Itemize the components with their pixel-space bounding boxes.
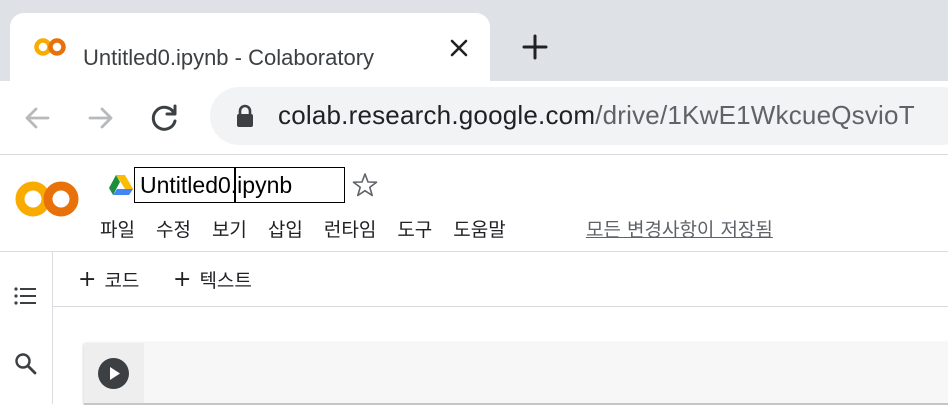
tab-title: Untitled0.ipynb - Colaboratory (83, 45, 375, 70)
run-cell-button[interactable] (98, 358, 129, 389)
colab-header: Untitled0.ipynb 파일 수정 보기 삽입 런타임 도구 도움말 모… (0, 155, 948, 252)
menu-help[interactable]: 도움말 (453, 215, 505, 245)
insert-toolbar: + 코드 + 텍스트 (53, 252, 948, 307)
add-code-cell-button[interactable]: + 코드 (78, 264, 139, 294)
menu-edit[interactable]: 수정 (156, 215, 191, 245)
text-cursor (234, 167, 236, 203)
back-arrow-icon[interactable] (20, 101, 54, 135)
address-bar[interactable]: colab.research.google.com/drive/1KwE1Wkc… (210, 87, 948, 145)
new-tab-icon[interactable] (520, 32, 550, 62)
menu-view[interactable]: 보기 (212, 215, 247, 245)
lock-icon[interactable] (234, 104, 256, 128)
star-icon[interactable] (352, 172, 378, 198)
url-path: /drive/1KwE1WkcueQsvioT (595, 100, 915, 130)
plus-icon: + (78, 266, 97, 292)
left-sidebar (0, 252, 53, 404)
add-code-label: 코드 (104, 269, 140, 292)
forward-arrow-icon[interactable] (84, 101, 118, 135)
menu-insert[interactable]: 삽입 (268, 215, 303, 245)
url-host: colab.research.google.com (278, 100, 596, 130)
google-drive-icon[interactable] (108, 174, 134, 196)
save-status-link[interactable]: 모든 변경사항이 저장됨 (586, 215, 773, 245)
search-icon[interactable] (13, 351, 39, 377)
colab-logo-icon (34, 38, 66, 56)
table-of-contents-icon[interactable] (13, 283, 39, 309)
play-icon (110, 367, 120, 380)
browser-tab[interactable]: Untitled0.ipynb - Colaboratory (10, 13, 490, 81)
url-text[interactable]: colab.research.google.com/drive/1KwE1Wkc… (278, 100, 915, 131)
browser-tab-strip: Untitled0.ipynb - Colaboratory (0, 0, 948, 81)
notebook-title-input[interactable]: Untitled0.ipynb (134, 167, 345, 203)
menu-tools[interactable]: 도구 (397, 215, 432, 245)
plus-icon: + (173, 266, 192, 292)
browser-toolbar: colab.research.google.com/drive/1KwE1Wkc… (0, 81, 948, 155)
add-text-cell-button[interactable]: + 텍스트 (173, 264, 252, 294)
menu-bar: 파일 수정 보기 삽입 런타임 도구 도움말 (100, 215, 527, 245)
menu-file[interactable]: 파일 (100, 215, 135, 245)
reload-icon[interactable] (148, 101, 182, 135)
close-tab-icon[interactable] (446, 35, 472, 61)
menu-runtime[interactable]: 런타임 (324, 215, 376, 245)
code-cell[interactable] (84, 343, 948, 405)
cell-gutter (84, 343, 144, 403)
notebook-area (53, 307, 948, 405)
colab-logo-icon[interactable] (14, 177, 80, 221)
add-text-label: 텍스트 (199, 269, 252, 292)
